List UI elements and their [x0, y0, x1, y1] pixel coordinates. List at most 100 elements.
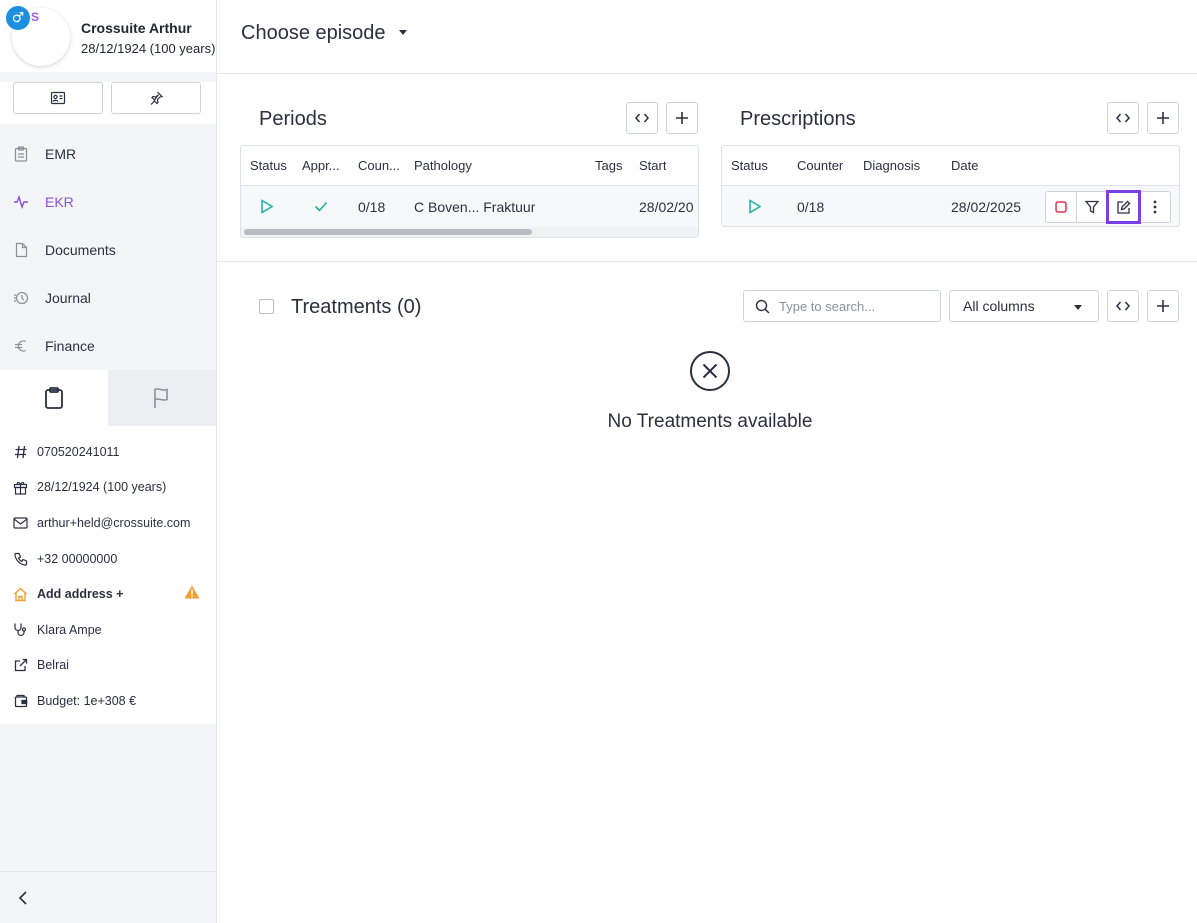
- row-actions: [1045, 190, 1171, 224]
- wallet-icon: [12, 692, 29, 709]
- periods-add-button[interactable]: [666, 102, 698, 134]
- warning-icon: [184, 585, 200, 602]
- add-address-link[interactable]: Add address +: [37, 587, 124, 601]
- column-header-approved[interactable]: Appr...: [302, 146, 348, 185]
- periods-table: Status Appr... Coun... Pathology Tags St…: [240, 145, 699, 238]
- info-address[interactable]: Add address +: [0, 576, 216, 612]
- episode-dropdown[interactable]: Choose episode: [241, 22, 407, 45]
- sidebar-item-documents[interactable]: Documents: [0, 226, 216, 274]
- patient-card-button[interactable]: [13, 82, 103, 114]
- header: Choose episode: [217, 0, 1197, 74]
- sidebar-item-label: Finance: [45, 338, 95, 354]
- history-icon: [13, 290, 29, 306]
- empty-state: No Treatments available: [217, 350, 1197, 433]
- edit-button[interactable]: [1106, 190, 1141, 224]
- period-counter: 0/18: [358, 198, 386, 215]
- email-link[interactable]: arthur+held@crossuite.com: [37, 516, 190, 530]
- prescriptions-expand-button[interactable]: [1107, 102, 1139, 134]
- code-icon: [1116, 113, 1130, 123]
- horizontal-scroll-track[interactable]: [241, 227, 698, 237]
- periods-table-header: Status Appr... Coun... Pathology Tags St…: [241, 146, 698, 186]
- male-gender-icon: ♂: [6, 6, 30, 30]
- pin-button[interactable]: [111, 82, 201, 114]
- horizontal-scrollbar[interactable]: [244, 229, 532, 235]
- search-icon: [755, 299, 770, 313]
- period-pathology: C Boven... Fraktuur: [414, 198, 536, 215]
- treatments-expand-button[interactable]: [1107, 290, 1139, 322]
- euro-icon: [13, 338, 29, 354]
- tab-flags[interactable]: [108, 370, 216, 426]
- episode-label: Choose episode: [241, 22, 386, 44]
- caret-down-icon: [398, 30, 407, 35]
- treatments-add-button[interactable]: [1147, 290, 1179, 322]
- patient-number: 070520241011: [37, 444, 120, 459]
- stop-button[interactable]: [1046, 192, 1077, 222]
- empty-state-text: No Treatments available: [607, 411, 813, 432]
- section-divider: [217, 261, 1197, 262]
- treatments-title: Treatments (0): [291, 296, 422, 318]
- avatar-initial: S: [31, 10, 40, 24]
- column-header-start[interactable]: Start: [639, 146, 666, 185]
- birthday-value: 28/12/1924 (100 years): [37, 480, 167, 495]
- more-options-button[interactable]: [1139, 192, 1170, 222]
- search-input[interactable]: [779, 298, 929, 314]
- external-link-icon: [12, 657, 29, 674]
- prescription-date: 28/02/2025: [951, 198, 1022, 215]
- play-status-icon: [260, 186, 274, 227]
- column-header-status[interactable]: Status: [731, 146, 768, 185]
- plus-icon: [1157, 112, 1169, 124]
- plus-icon: [1157, 300, 1169, 312]
- periods-title: Periods: [259, 108, 327, 130]
- more-vertical-icon: [1153, 200, 1156, 214]
- patient-profile: ♂ S Crossuite Arthur 28/12/1924 (100 yea…: [0, 0, 216, 72]
- check-icon: [314, 186, 328, 227]
- period-start: 28/02/20: [639, 198, 694, 215]
- column-header-counter[interactable]: Counter: [797, 146, 843, 185]
- info-birthday: 28/12/1924 (100 years): [0, 470, 216, 506]
- patient-name: Crossuite Arthur: [81, 20, 192, 36]
- stethoscope-icon: [12, 621, 29, 638]
- sidebar-item-label: EKR: [45, 194, 74, 210]
- play-status-icon: [748, 186, 762, 226]
- doctor-name: Klara Ampe: [37, 622, 102, 637]
- phone-link[interactable]: +32 00000000: [37, 552, 117, 566]
- info-email: arthur+held@crossuite.com: [0, 505, 216, 541]
- patient-info: 070520241011 28/12/1924 (100 years) arth…: [0, 426, 216, 724]
- periods-expand-button[interactable]: [626, 102, 658, 134]
- column-header-diagnosis[interactable]: Diagnosis: [863, 146, 920, 185]
- column-filter-select[interactable]: All columns: [949, 290, 1099, 322]
- sidebar-item-emr[interactable]: EMR: [0, 130, 216, 178]
- sidebar-item-label: Documents: [45, 242, 116, 258]
- budget-value: Budget: 1e+308 €: [37, 693, 137, 708]
- referral-link[interactable]: Belrai: [37, 658, 69, 672]
- tab-patient-info[interactable]: [0, 370, 108, 426]
- edit-icon: [1116, 200, 1130, 214]
- phone-icon: [12, 550, 29, 567]
- sidebar-item-ekr[interactable]: EKR: [0, 178, 216, 226]
- home-icon: [12, 586, 29, 603]
- sidebar-item-finance[interactable]: Finance: [0, 322, 216, 370]
- info-referral: Belrai: [0, 648, 216, 684]
- prescriptions-table: Status Counter Diagnosis Date 0/18 28/02…: [721, 145, 1180, 227]
- search-box: [743, 290, 941, 322]
- chevron-left-icon: [18, 890, 27, 905]
- table-row[interactable]: 0/18 28/02/2025: [722, 186, 1179, 226]
- select-all-checkbox[interactable]: [259, 299, 274, 314]
- filter-button[interactable]: [1077, 192, 1108, 222]
- info-doctor: Klara Ampe: [0, 612, 216, 648]
- clipboard-icon: [13, 146, 29, 162]
- prescriptions-add-button[interactable]: [1147, 102, 1179, 134]
- prescription-counter: 0/18: [797, 198, 825, 215]
- stop-icon: [1055, 201, 1067, 213]
- gift-icon: [12, 479, 29, 496]
- column-header-pathology[interactable]: Pathology: [414, 146, 472, 185]
- collapse-sidebar-button[interactable]: [0, 871, 216, 923]
- column-header-tags[interactable]: Tags: [595, 146, 622, 185]
- prescriptions-table-header: Status Counter Diagnosis Date: [722, 146, 1179, 186]
- sidebar-item-journal[interactable]: Journal: [0, 274, 216, 322]
- column-header-counter[interactable]: Coun...: [358, 146, 404, 185]
- document-icon: [13, 242, 29, 258]
- column-header-date[interactable]: Date: [951, 146, 978, 185]
- column-header-status[interactable]: Status: [250, 146, 287, 185]
- table-row[interactable]: 0/18 C Boven... Fraktuur 28/02/20: [241, 186, 698, 227]
